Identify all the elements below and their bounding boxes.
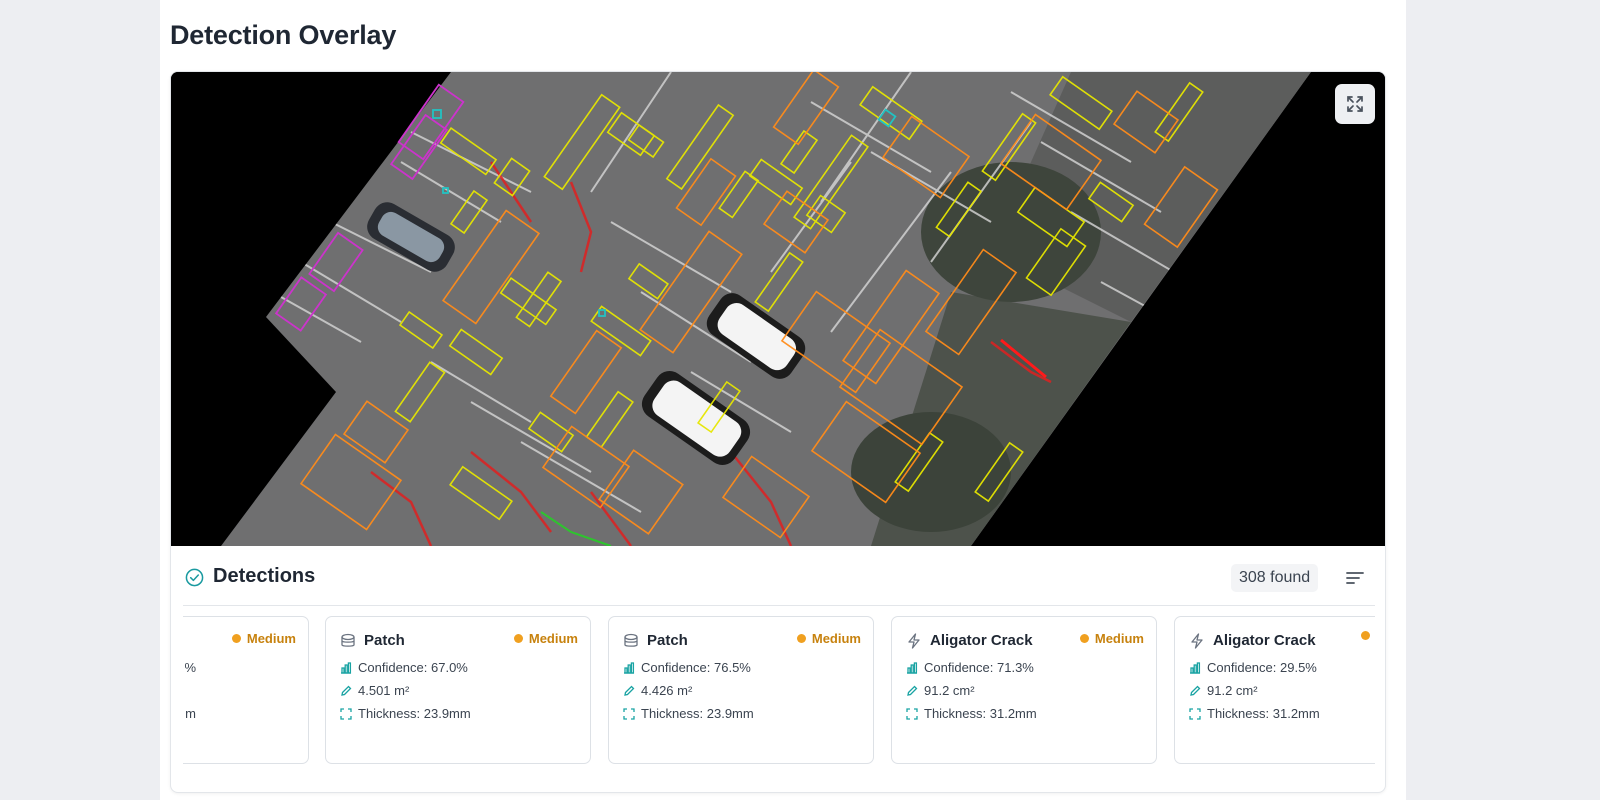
severity-dot bbox=[513, 634, 523, 643]
detection-type: Aligator Crack bbox=[1213, 632, 1316, 649]
severity-badge bbox=[1361, 631, 1375, 640]
detection-card[interactable]: Patch Medium Confidence: 76.5% 4.426 m² … bbox=[608, 616, 874, 764]
confidence-value: Confidence: 29.5% bbox=[1207, 660, 1317, 675]
detection-overlay-image[interactable] bbox=[171, 72, 1385, 546]
lightning-icon bbox=[908, 633, 920, 649]
confidence-row: Confidence: 29.5% bbox=[1189, 660, 1317, 675]
detections-carousel[interactable]: Medium % m Patch Medium Confidence: 67.0… bbox=[183, 610, 1375, 782]
bar-chart-icon bbox=[624, 661, 635, 674]
area-row: 4.426 m² bbox=[623, 683, 692, 698]
bar-chart-icon bbox=[341, 661, 352, 674]
thickness-row: Thickness: 23.9mm bbox=[623, 706, 754, 721]
severity-badge: Medium bbox=[796, 631, 861, 646]
area-value: 4.501 m² bbox=[358, 683, 410, 698]
area-row: 4.501 m² bbox=[340, 683, 409, 698]
severity-badge: Medium bbox=[1079, 631, 1144, 646]
thickness-value: Thickness: 23.9mm bbox=[641, 706, 754, 721]
thickness-value: Thickness: 31.2mm bbox=[924, 706, 1037, 721]
severity-badge: Medium bbox=[513, 631, 578, 646]
thickness-row: Thickness: 31.2mm bbox=[1189, 706, 1320, 721]
patch-icon bbox=[624, 633, 638, 647]
page: Detection Overlay Detections 308 found M… bbox=[160, 0, 1406, 800]
page-title: Detection Overlay bbox=[170, 20, 397, 50]
area-row: 91.2 cm² bbox=[906, 683, 975, 698]
thickness-value: m bbox=[185, 706, 196, 721]
severity-dot bbox=[796, 634, 806, 643]
confidence-row: Confidence: 71.3% bbox=[906, 660, 1034, 675]
thickness-row: Thickness: 23.9mm bbox=[340, 706, 471, 721]
pencil-icon bbox=[1190, 685, 1201, 696]
severity-dot bbox=[1079, 634, 1089, 643]
thickness-value: Thickness: 31.2mm bbox=[1207, 706, 1320, 721]
detections-header: Detections 308 found bbox=[171, 546, 1385, 608]
thickness-row: Thickness: 31.2mm bbox=[906, 706, 1037, 721]
detection-card[interactable]: Aligator Crack Medium Confidence: 71.3% … bbox=[891, 616, 1157, 764]
confidence-value: Confidence: 76.5% bbox=[641, 660, 751, 675]
detection-type: Patch bbox=[647, 632, 688, 649]
detection-card[interactable]: Patch Medium Confidence: 67.0% 4.501 m² … bbox=[325, 616, 591, 764]
severity-label: Medium bbox=[811, 631, 861, 646]
area-value: 91.2 cm² bbox=[924, 683, 975, 698]
expand-arrows-icon bbox=[623, 707, 635, 720]
pencil-icon bbox=[624, 685, 635, 696]
check-circle-icon bbox=[185, 568, 204, 587]
detection-type: Aligator Crack bbox=[930, 632, 1033, 649]
sort-lines-icon[interactable] bbox=[1345, 568, 1365, 588]
aerial-parking-lot-image bbox=[171, 72, 1385, 546]
expand-arrows-icon bbox=[1189, 707, 1201, 720]
confidence-value: % bbox=[184, 660, 196, 675]
severity-label: Medium bbox=[528, 631, 578, 646]
bar-chart-icon bbox=[1190, 661, 1201, 674]
confidence-row: Confidence: 76.5% bbox=[623, 660, 751, 675]
confidence-value: Confidence: 71.3% bbox=[924, 660, 1034, 675]
confidence-row: Confidence: 67.0% bbox=[340, 660, 468, 675]
area-value: 4.426 m² bbox=[641, 683, 693, 698]
severity-label: Medium bbox=[1094, 631, 1144, 646]
lightning-icon bbox=[1191, 633, 1203, 649]
expand-icon bbox=[1347, 96, 1363, 112]
area-row: 91.2 cm² bbox=[1189, 683, 1258, 698]
fullscreen-button[interactable] bbox=[1335, 84, 1375, 124]
detections-title: Detections bbox=[213, 565, 316, 587]
expand-arrows-icon bbox=[906, 707, 918, 720]
detection-card[interactable]: Aligator Crack Confidence: 29.5% 91.2 cm… bbox=[1174, 616, 1375, 764]
detection-type: Patch bbox=[364, 632, 405, 649]
detection-card[interactable]: Medium % m bbox=[183, 616, 309, 764]
patch-icon bbox=[341, 633, 355, 647]
detections-count-badge: 308 found bbox=[1231, 564, 1319, 592]
expand-arrows-icon bbox=[340, 707, 352, 720]
bar-chart-icon bbox=[907, 661, 918, 674]
pencil-icon bbox=[341, 685, 352, 696]
confidence-value: Confidence: 67.0% bbox=[358, 660, 468, 675]
overlay-card: Detections 308 found Medium % m Patch Me… bbox=[170, 71, 1386, 793]
pencil-icon bbox=[907, 685, 918, 696]
thickness-value: Thickness: 23.9mm bbox=[358, 706, 471, 721]
severity-label: Medium bbox=[246, 631, 296, 646]
header-divider bbox=[183, 605, 1375, 606]
severity-badge: Medium bbox=[231, 631, 296, 646]
area-value: 91.2 cm² bbox=[1207, 683, 1258, 698]
severity-dot bbox=[231, 634, 241, 643]
severity-dot bbox=[1361, 631, 1370, 640]
